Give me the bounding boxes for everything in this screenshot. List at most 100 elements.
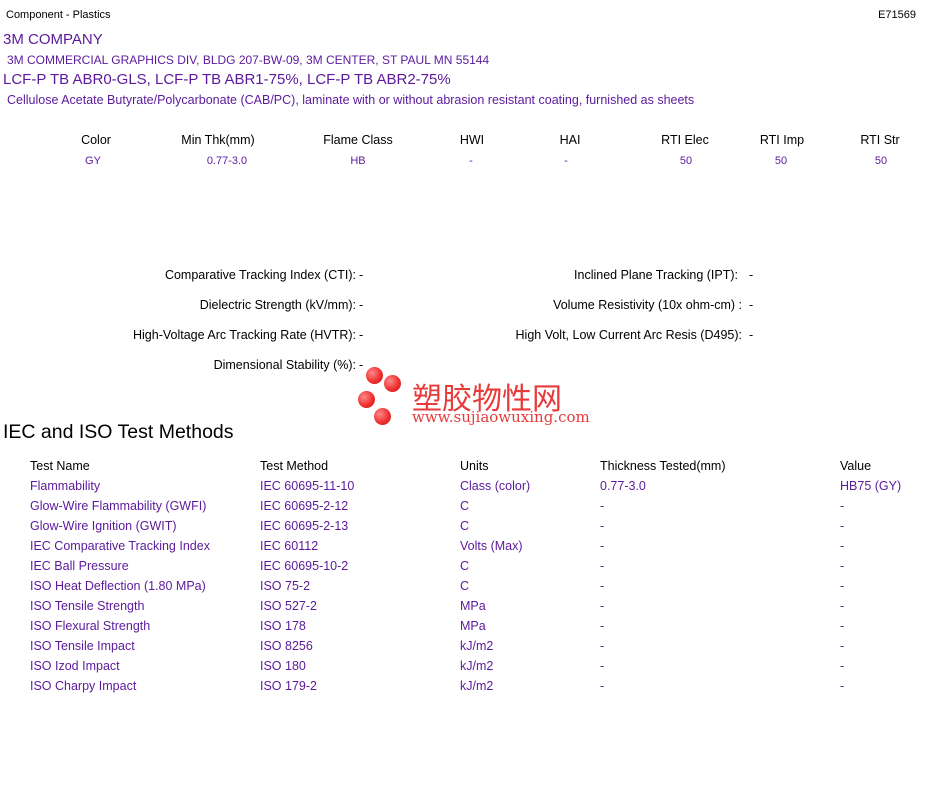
col-value: Value [840, 459, 872, 473]
property-value-cti: - [359, 268, 364, 282]
test-units: MPa [460, 599, 486, 613]
test-thickness: - [600, 639, 605, 653]
company-name: 3M COMPANY [3, 31, 103, 48]
test-method: IEC 60695-11-10 [260, 479, 355, 493]
section-title: IEC and ISO Test Methods [3, 421, 234, 443]
test-value: HB75 (GY) [840, 479, 902, 493]
watermark-dot-icon [366, 367, 383, 384]
test-units: C [460, 499, 470, 513]
property-label-volume-resistivity: Volume Resistivity (10x ohm-cm) : [553, 298, 742, 312]
test-thickness: 0.77-3.0 [600, 479, 646, 493]
test-method: IEC 60112 [260, 539, 319, 553]
test-units: Volts (Max) [460, 539, 523, 553]
watermark-url: www.sujiaowuxing.com [412, 408, 590, 426]
test-name: ISO Flexural Strength [30, 619, 151, 633]
test-method: ISO 179-2 [260, 679, 317, 693]
test-units: C [460, 579, 470, 593]
test-thickness: - [600, 519, 605, 533]
watermark-dot-icon [374, 408, 391, 425]
ratings-col-min-thk: Min Thk(mm) [181, 133, 255, 147]
test-thickness: - [600, 579, 605, 593]
test-thickness: - [600, 599, 605, 613]
table-row: ISO Izod Impact ISO 180 kJ/m2 - - [30, 656, 940, 676]
test-units: kJ/m2 [460, 659, 494, 673]
ratings-val-rti-str: 50 [874, 155, 888, 167]
test-units: kJ/m2 [460, 679, 494, 693]
test-value: - [840, 599, 845, 613]
property-label-hvtr: High-Voltage Arc Tracking Rate (HVTR): [133, 328, 356, 342]
table-row: Flammability IEC 60695-11-10 Class (color)… [30, 476, 940, 496]
test-units: C [460, 519, 470, 533]
test-method: ISO 527-2 [260, 599, 317, 613]
test-value: - [840, 679, 845, 693]
test-name: ISO Tensile Strength [30, 599, 145, 613]
test-method: ISO 8256 [260, 639, 313, 653]
test-methods-table: Test Name Test Method Units Thickness Te… [30, 456, 940, 696]
test-method: ISO 180 [260, 659, 306, 673]
test-value: - [840, 559, 845, 573]
test-thickness: - [600, 619, 605, 633]
ratings-col-hai: HAI [559, 133, 581, 147]
company-address: 3M COMMERCIAL GRAPHICS DIV, BLDG 207-BW-… [7, 53, 490, 67]
test-method: IEC 60695-2-13 [260, 519, 349, 533]
test-name: IEC Ball Pressure [30, 559, 129, 573]
ratings-val-rti-imp: 50 [774, 155, 788, 167]
test-name: Glow-Wire Ignition (GWIT) [30, 519, 177, 533]
test-value: - [840, 639, 845, 653]
table-row: IEC Ball Pressure IEC 60695-10-2 C - - [30, 556, 940, 576]
table-row: ISO Tensile Impact ISO 8256 kJ/m2 - - [30, 636, 940, 656]
test-name: ISO Izod Impact [30, 659, 120, 673]
test-thickness: - [600, 539, 605, 553]
ratings-val-hai: - [564, 155, 568, 167]
table-row: IEC Comparative Tracking Index IEC 60112 V… [30, 536, 940, 556]
test-thickness: - [600, 679, 605, 693]
ratings-col-rti-elec: RTI Elec [661, 133, 709, 147]
test-name: Glow-Wire Flammability (GWFI) [30, 499, 207, 513]
ratings-val-flame-class: HB [350, 155, 366, 167]
property-label-dielectric: Dielectric Strength (kV/mm): [199, 298, 356, 312]
ratings-val-hwi: - [469, 155, 473, 167]
test-value: - [840, 659, 845, 673]
col-thickness: Thickness Tested(mm) [600, 459, 726, 473]
test-method: IEC 60695-10-2 [260, 559, 349, 573]
test-thickness: - [600, 499, 605, 513]
test-value: - [840, 539, 845, 553]
ratings-val-rti-elec: 50 [679, 155, 693, 167]
property-value-dielectric: - [359, 298, 364, 312]
property-label-d495: High Volt, Low Current Arc Resis (D495): [515, 328, 742, 342]
test-value: - [840, 619, 845, 633]
test-units: kJ/m2 [460, 639, 494, 653]
table-row: ISO Flexural Strength ISO 178 MPa - - [30, 616, 940, 636]
test-name: IEC Comparative Tracking Index [30, 539, 210, 553]
table-row: ISO Tensile Strength ISO 527-2 MPa - - [30, 596, 940, 616]
category-label: Component - Plastics [6, 9, 111, 21]
table-row: ISO Charpy Impact ISO 179-2 kJ/m2 - - [30, 676, 940, 696]
ratings-col-flame-class: Flame Class [323, 133, 393, 147]
test-method: IEC 60695-2-12 [260, 499, 349, 513]
test-value: - [840, 519, 845, 533]
test-method: ISO 178 [260, 619, 306, 633]
col-test-method: Test Method [260, 459, 329, 473]
test-name: ISO Heat Deflection (1.80 MPa) [30, 579, 206, 593]
test-units: MPa [460, 619, 486, 633]
test-name: ISO Charpy Impact [30, 679, 137, 693]
ratings-col-color: Color [81, 133, 111, 147]
test-units: Class (color) [460, 479, 531, 493]
property-value-ipt: - [749, 268, 754, 282]
test-value: - [840, 499, 845, 513]
test-name: Flammability [30, 479, 101, 493]
ratings-val-min-thk: 0.77-3.0 [206, 155, 248, 167]
test-thickness: - [600, 659, 605, 673]
ratings-col-rti-str: RTI Str [860, 133, 900, 147]
table-row: Glow-Wire Ignition (GWIT) IEC 60695-2-13 C… [30, 516, 940, 536]
ratings-val-color: GY [85, 155, 101, 167]
table-header-row: Test Name Test Method Units Thickness Te… [30, 456, 940, 476]
property-value-volume-resistivity: - [749, 298, 754, 312]
test-units: C [460, 559, 470, 573]
test-name: ISO Tensile Impact [30, 639, 135, 653]
property-value-dimensional: - [359, 358, 364, 372]
file-number: E71569 [878, 9, 916, 21]
property-label-cti: Comparative Tracking Index (CTI): [164, 268, 356, 282]
ratings-col-hwi: HWI [459, 133, 485, 147]
property-label-dimensional: Dimensional Stability (%): [213, 358, 356, 372]
